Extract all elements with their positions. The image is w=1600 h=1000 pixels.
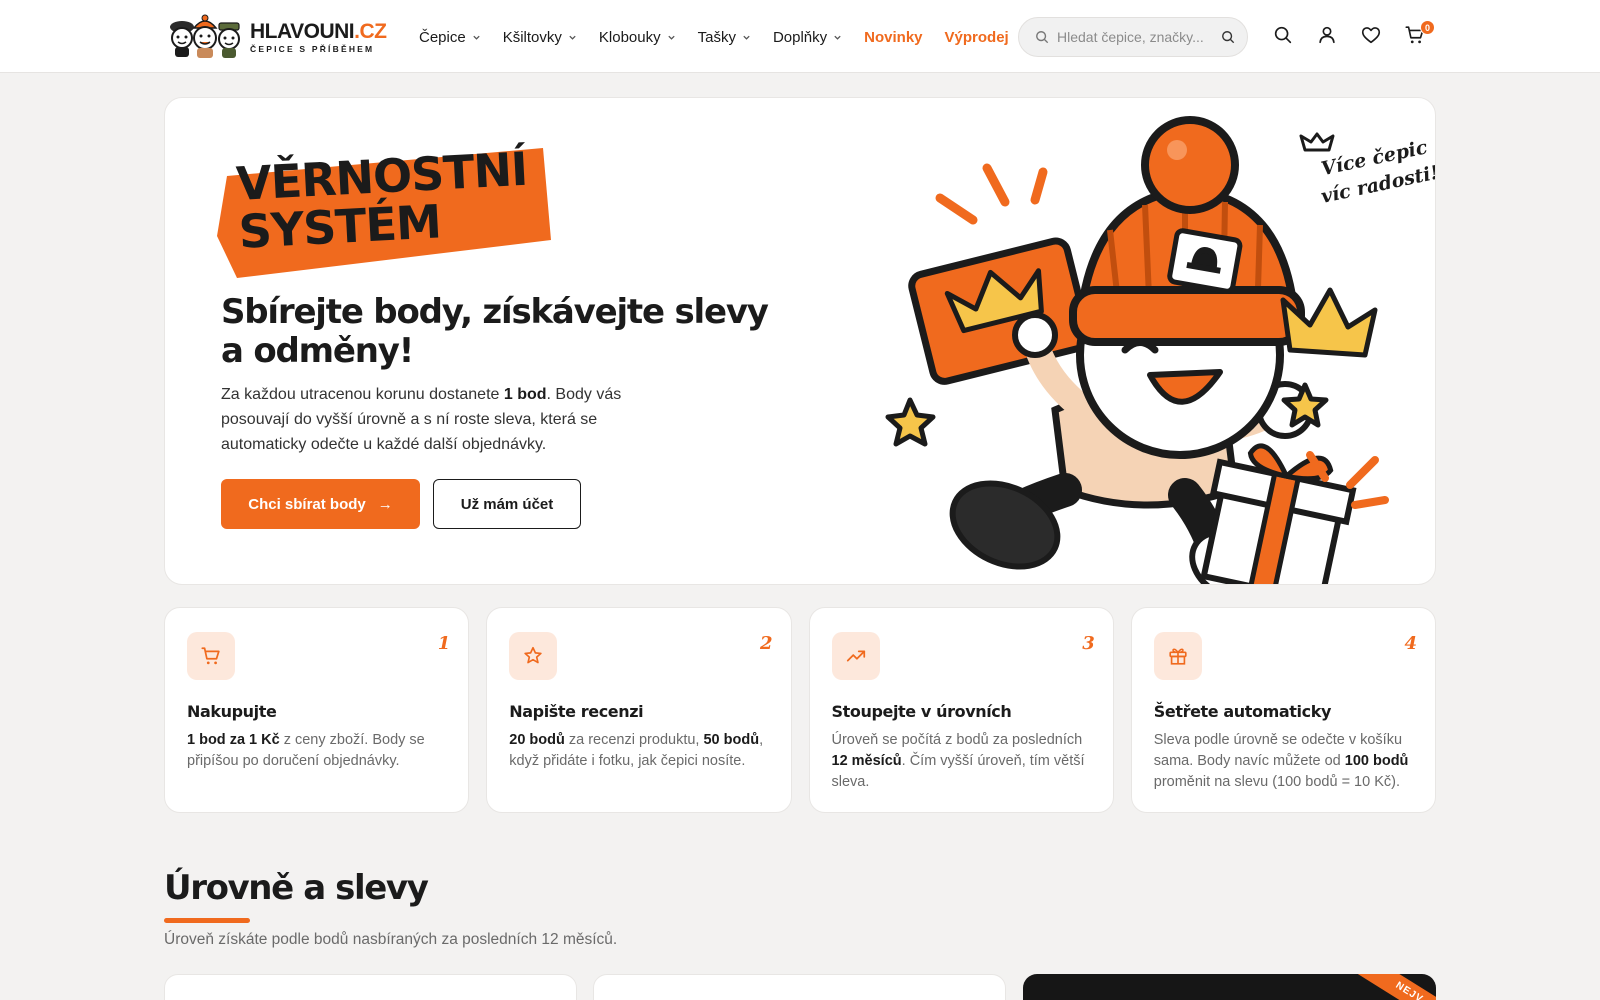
nav-item-klobouky[interactable]: Klobouky	[599, 29, 676, 46]
collect-points-button[interactable]: Chci sbírat body →	[221, 479, 420, 529]
nav-item-doplnky[interactable]: Doplňky	[773, 29, 842, 46]
header-actions: 0	[1272, 20, 1435, 46]
step-icon-box	[831, 632, 880, 680]
step-card: 2 Napište recenzi 20 bodů za recenzi pro…	[486, 607, 792, 813]
star-icon	[524, 646, 542, 664]
step-icon-box	[187, 632, 235, 680]
chevron-down-icon	[667, 35, 675, 40]
chevron-down-icon	[569, 35, 576, 40]
hero-title: Sbírejte body, získávejte slevy a odměny…	[221, 292, 769, 371]
step-card: 1 Nakupujte 1 bod za 1 Kč z ceny zboží. …	[164, 607, 470, 813]
step-text: 1 bod za 1 Kč z ceny zboží. Body se přip…	[187, 732, 425, 769]
step-number: 1	[437, 633, 451, 654]
heart-icon[interactable]	[1360, 24, 1382, 46]
main-nav: Čepice Kšiltovky Klobouky Tašky Doplňky …	[419, 26, 1009, 48]
logo-tagline: ČEPICE S PŘÍBĚHEM	[250, 43, 375, 54]
chevron-down-icon	[473, 35, 480, 40]
search-bar	[1018, 17, 1248, 57]
loyalty-hero: VĚRNOSTNÍ SYSTÉM Sbírejte body, získávej…	[164, 97, 1436, 585]
gift-icon	[1169, 648, 1187, 665]
levels-title: Úrovně a slevy	[164, 868, 429, 908]
nav-item-novinky[interactable]: Novinky	[864, 29, 922, 46]
search-submit-icon[interactable]	[1221, 30, 1235, 44]
user-icon[interactable]	[1316, 24, 1338, 46]
level-card	[593, 974, 1006, 1000]
level-card-featured: NEJV	[1023, 974, 1436, 1000]
step-title: Šetřete automaticky	[1153, 702, 1332, 721]
levels-subtitle: Úroveň získáte podle bodů nasbíraných za…	[164, 931, 618, 948]
step-number: 2	[759, 633, 773, 654]
logo-mascots-icon	[170, 14, 240, 58]
arrow-right-icon: →	[377, 495, 393, 513]
search-input[interactable]	[1057, 29, 1217, 45]
trending-up-icon	[846, 650, 865, 662]
title-underline	[164, 918, 250, 923]
step-card: 4 Šetřete automaticky Sleva podle úrovně…	[1130, 607, 1436, 813]
step-icon-box	[509, 632, 558, 680]
step-text: Sleva podle úrovně se odečte v košíku sa…	[1153, 732, 1409, 790]
step-card: 3 Stoupejte v úrovních Úroveň se počítá …	[808, 607, 1114, 813]
step-title: Nakupujte	[187, 702, 277, 721]
cart-icon	[201, 647, 220, 665]
chevron-down-icon	[743, 35, 750, 40]
step-title: Stoupejte v úrovních	[831, 702, 1012, 721]
hero-description: Za každou utracenou korunu dostanete 1 b…	[221, 386, 622, 453]
cart-button[interactable]: 0	[1404, 20, 1435, 46]
nav-item-ksiltovky[interactable]: Kšiltovky	[503, 29, 577, 46]
chevron-down-icon	[834, 35, 841, 40]
logo-name: HLAVOUNI.CZ	[250, 19, 387, 43]
site-header: HLAVOUNI.CZ ČEPICE S PŘÍBĚHEM Čepice Kši…	[0, 0, 1600, 73]
nav-item-cepice[interactable]: Čepice	[419, 29, 481, 46]
site-logo[interactable]: HLAVOUNI.CZ ČEPICE S PŘÍBĚHEM	[168, 14, 387, 60]
step-icon-box	[1153, 632, 1202, 680]
step-number: 3	[1082, 633, 1095, 654]
step-text: 20 bodů za recenzi produktu, 50 bodů, kd…	[509, 732, 764, 769]
nav-item-vyprodej[interactable]: Výprodej	[945, 29, 1009, 46]
level-card	[164, 974, 577, 1000]
featured-ribbon: NEJV	[1356, 974, 1436, 1000]
how-it-works: 1 Nakupujte 1 bod za 1 Kč z ceny zboží. …	[164, 607, 1436, 813]
nav-item-tasky[interactable]: Tašky	[698, 29, 751, 46]
step-title: Napište recenzi	[509, 702, 644, 721]
step-number: 4	[1404, 633, 1417, 654]
loyalty-badge: VĚRNOSTNÍ SYSTÉM	[217, 142, 555, 278]
search-icon	[1036, 31, 1049, 44]
step-text: Úroveň se počítá z bodů za posledních 12…	[831, 732, 1085, 790]
cart-count-badge: 0	[1420, 20, 1435, 35]
search-icon[interactable]	[1272, 24, 1294, 46]
existing-account-button[interactable]: Už mám účet	[433, 479, 581, 529]
